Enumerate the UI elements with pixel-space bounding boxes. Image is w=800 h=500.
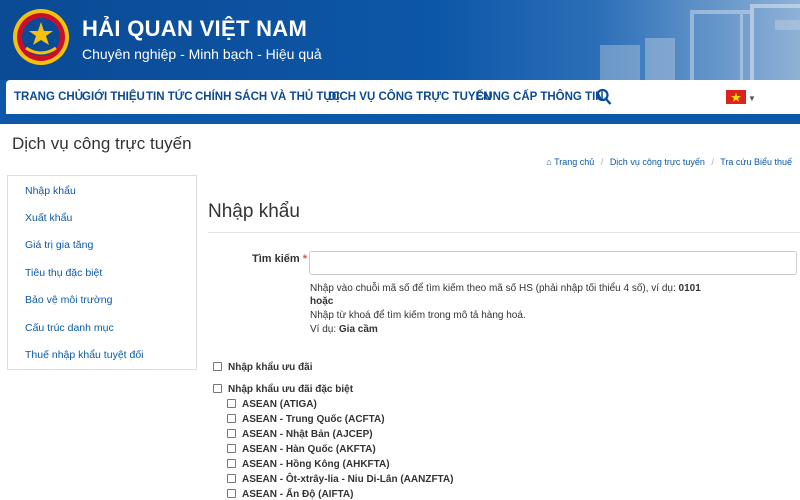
sidebar-item-export[interactable]: Xuất khẩu (25, 212, 72, 224)
nav-item-about[interactable]: GIỚI THIỆU (82, 80, 145, 114)
checkbox-label: ASEAN - Hồng Kông (AHKFTA) (242, 459, 390, 470)
flag-star-icon (731, 92, 741, 102)
breadcrumb: ⌂ Trang chủ / Dịch vụ công trực tuyến / … (546, 157, 792, 167)
brand-subtitle: Chuyên nghiệp - Minh bạch - Hiệu quả (82, 46, 322, 62)
checkbox[interactable] (227, 489, 236, 498)
divider (208, 232, 800, 233)
checkbox[interactable] (227, 414, 236, 423)
help-line-or: hoặc (310, 296, 333, 307)
checkbox[interactable] (227, 444, 236, 453)
breadcrumb-online-services[interactable]: Dịch vụ công trực tuyến (610, 157, 705, 167)
checkbox-label: ASEAN - Ôt-xtrây-lia - Niu Di-Lân (AANZF… (242, 474, 454, 485)
checkbox-agreement-aanzfta[interactable]: ASEAN - Ôt-xtrây-lia - Niu Di-Lân (AANZF… (227, 474, 453, 485)
main-title: Nhập khẩu (208, 201, 300, 222)
breadcrumb-separator: / (600, 157, 604, 167)
search-input[interactable] (309, 251, 797, 275)
sidebar: Nhập khẩu Xuất khẩu Giá trị gia tăng Tiê… (7, 175, 197, 370)
checkbox-label: Nhập khẩu ưu đãi đặc biệt (228, 384, 354, 395)
home-icon[interactable]: ⌂ (546, 157, 551, 167)
checkbox[interactable] (213, 384, 222, 393)
checkbox[interactable] (227, 459, 236, 468)
help-line-keyword: Nhập từ khoá để tìm kiếm trong mô tả hàn… (310, 310, 526, 321)
checkbox-agreement-ahkfta[interactable]: ASEAN - Hồng Kông (AHKFTA) (227, 459, 390, 470)
sidebar-item-absolute-import-tax[interactable]: Thuế nhập khẩu tuyệt đối (25, 349, 144, 361)
main-nav: TRANG CHỦ GIỚI THIỆU TIN TỨC CHÍNH SÁCH … (6, 80, 800, 114)
checkbox-agreement-aifta[interactable]: ASEAN - Ấn Độ (AIFTA) (227, 489, 353, 500)
sidebar-item-catalog-structure[interactable]: Cấu trúc danh mục (25, 322, 114, 334)
checkbox-agreement-akfta[interactable]: ASEAN - Hàn Quốc (AKFTA) (227, 444, 376, 455)
breadcrumb-home[interactable]: Trang chủ (554, 157, 594, 167)
nav-item-policies[interactable]: CHÍNH SÁCH VÀ THỦ TỤC (195, 80, 340, 114)
vietnam-flag-icon[interactable] (726, 90, 746, 104)
checkbox-preferential-import[interactable]: Nhập khẩu ưu đãi (213, 362, 312, 373)
help-example-label: Ví dụ: (310, 324, 339, 335)
brand-title[interactable]: HẢI QUAN VIỆT NAM (82, 16, 307, 42)
checkbox[interactable] (213, 362, 222, 371)
checkbox-agreement-ajcep[interactable]: ASEAN - Nhật Bản (AJCEP) (227, 429, 373, 440)
page-title: Dịch vụ công trực tuyến (12, 134, 192, 153)
breadcrumb-separator: / (711, 157, 714, 167)
checkbox-label: ASEAN - Trung Quốc (ACFTA) (242, 414, 385, 425)
nav-item-home[interactable]: TRANG CHỦ (14, 80, 83, 114)
checkbox-label: ASEAN (ATIGA) (242, 399, 317, 410)
help-or: hoặc (310, 296, 334, 307)
checkbox-label: Nhập khẩu ưu đãi (228, 362, 313, 373)
sidebar-item-import[interactable]: Nhập khẩu (25, 185, 76, 197)
nav-item-news[interactable]: TIN TỨC (146, 80, 193, 114)
breadcrumb-tariff-lookup[interactable]: Tra cứu Biểu thuế (720, 157, 792, 167)
help-line-hs-code: Nhập vào chuỗi mã số để tìm kiếm theo mã… (310, 283, 701, 294)
checkbox-agreement-atiga[interactable]: ASEAN (ATIGA) (227, 399, 317, 410)
sidebar-item-special-consumption[interactable]: Tiêu thụ đặc biệt (25, 267, 102, 279)
sidebar-item-environment[interactable]: Bảo vệ môi trường (25, 294, 112, 306)
customs-emblem-icon (13, 9, 69, 65)
checkbox-agreement-acfta[interactable]: ASEAN - Trung Quốc (ACFTA) (227, 414, 385, 425)
site-header: HẢI QUAN VIỆT NAM Chuyên nghiệp - Minh b… (0, 0, 800, 80)
help-line-example: Ví dụ: Gia cầm (310, 324, 378, 335)
required-mark: * (302, 253, 308, 265)
chevron-down-icon[interactable]: ▼ (748, 94, 756, 103)
checkbox-label: ASEAN - Ấn Độ (AIFTA) (242, 489, 354, 500)
checkbox-label: ASEAN - Nhật Bản (AJCEP) (242, 429, 373, 440)
port-cranes-illustration (600, 4, 800, 80)
checkbox[interactable] (227, 429, 236, 438)
search-label-text: Tìm kiếm (252, 253, 300, 265)
search-label: Tìm kiếm * (252, 253, 307, 265)
nav-item-online-services[interactable]: DỊCH VỤ CÔNG TRỰC TUYẾN (328, 80, 492, 114)
help-text: Nhập vào chuỗi mã số để tìm kiếm theo mã… (310, 283, 679, 294)
checkbox-label: ASEAN - Hàn Quốc (AKFTA) (242, 444, 376, 455)
checkbox-special-preferential-import[interactable]: Nhập khẩu ưu đãi đặc biệt (213, 384, 353, 395)
checkbox[interactable] (227, 474, 236, 483)
help-example-code: 0101 (678, 283, 701, 294)
nav-item-information[interactable]: CUNG CẤP THÔNG TIN (476, 80, 604, 114)
help-example-keyword: Gia cầm (338, 324, 378, 335)
checkbox[interactable] (227, 399, 236, 408)
search-icon[interactable] (596, 88, 612, 106)
sidebar-item-vat[interactable]: Giá trị gia tăng (25, 239, 93, 251)
